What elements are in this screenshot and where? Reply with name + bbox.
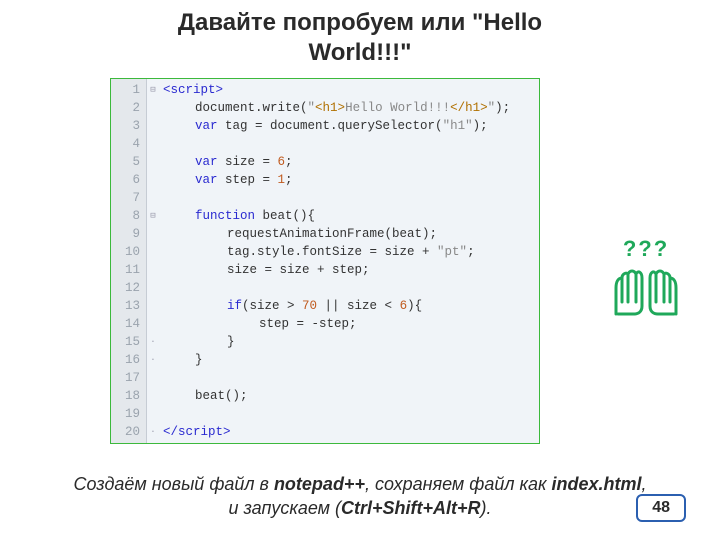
title-line-2: World!!!" <box>309 39 412 66</box>
title-line-1: Давайте попробуем или "Hello <box>178 9 542 36</box>
question-marks: ??? <box>606 236 686 262</box>
fold-marker <box>147 99 159 117</box>
code-editor: 1234567891011121314151617181920 ⊟⊟··· <s… <box>110 78 540 444</box>
caption: Создаём новый файл в notepad++, сохраняе… <box>0 472 720 521</box>
fold-column: ⊟⊟··· <box>147 79 159 443</box>
fold-marker <box>147 225 159 243</box>
page-title: Давайте попробуем или "Hello World!!!" <box>0 0 720 68</box>
code-line: function beat(){ <box>163 207 510 225</box>
line-number: 1 <box>113 81 140 99</box>
code-line <box>163 135 510 153</box>
code-line: <script> <box>163 81 510 99</box>
code-line <box>163 279 510 297</box>
fold-marker <box>147 369 159 387</box>
fold-marker <box>147 189 159 207</box>
code-line: beat(); <box>163 387 510 405</box>
line-number: 5 <box>113 153 140 171</box>
fold-marker <box>147 135 159 153</box>
code-line: } <box>163 333 510 351</box>
fold-marker <box>147 171 159 189</box>
code-line <box>163 369 510 387</box>
fold-marker: · <box>147 423 159 441</box>
fold-marker: ⊟ <box>147 81 159 99</box>
line-number: 3 <box>113 117 140 135</box>
line-number: 14 <box>113 315 140 333</box>
code-line: requestAnimationFrame(beat); <box>163 225 510 243</box>
line-number: 19 <box>113 405 140 423</box>
code-line: size = size + step; <box>163 261 510 279</box>
line-number: 10 <box>113 243 140 261</box>
code-line: document.write("<h1>Hello World!!!</h1>"… <box>163 99 510 117</box>
question-hands-icon: ??? <box>606 236 686 318</box>
line-number: 7 <box>113 189 140 207</box>
line-number: 17 <box>113 369 140 387</box>
fold-marker <box>147 243 159 261</box>
code-line <box>163 189 510 207</box>
fold-marker <box>147 315 159 333</box>
fold-marker <box>147 261 159 279</box>
code-line: if(size > 70 || size < 6){ <box>163 297 510 315</box>
line-number: 6 <box>113 171 140 189</box>
page-number: 48 <box>636 494 686 522</box>
code-line <box>163 405 510 423</box>
fold-marker: ⊟ <box>147 207 159 225</box>
code-line: var size = 6; <box>163 153 510 171</box>
fold-marker <box>147 117 159 135</box>
fold-marker <box>147 405 159 423</box>
line-number: 9 <box>113 225 140 243</box>
code-line: var step = 1; <box>163 171 510 189</box>
line-number-gutter: 1234567891011121314151617181920 <box>111 79 147 443</box>
raised-hands-icon <box>606 264 686 318</box>
line-number: 12 <box>113 279 140 297</box>
line-number: 20 <box>113 423 140 441</box>
fold-marker <box>147 297 159 315</box>
fold-marker: · <box>147 351 159 369</box>
line-number: 13 <box>113 297 140 315</box>
line-number: 15 <box>113 333 140 351</box>
fold-marker: · <box>147 333 159 351</box>
line-number: 8 <box>113 207 140 225</box>
code-line: } <box>163 351 510 369</box>
line-number: 18 <box>113 387 140 405</box>
code-line: tag.style.fontSize = size + "pt"; <box>163 243 510 261</box>
source-code: <script>document.write("<h1>Hello World!… <box>159 79 514 443</box>
line-number: 4 <box>113 135 140 153</box>
fold-marker <box>147 279 159 297</box>
code-line: var tag = document.querySelector("h1"); <box>163 117 510 135</box>
code-line: </script> <box>163 423 510 441</box>
fold-marker <box>147 387 159 405</box>
line-number: 11 <box>113 261 140 279</box>
code-line: step = -step; <box>163 315 510 333</box>
line-number: 16 <box>113 351 140 369</box>
fold-marker <box>147 153 159 171</box>
line-number: 2 <box>113 99 140 117</box>
